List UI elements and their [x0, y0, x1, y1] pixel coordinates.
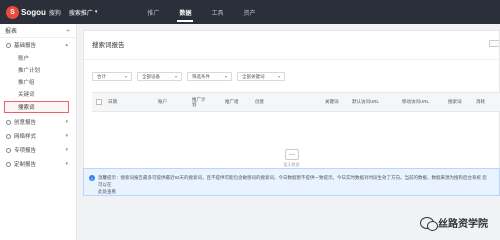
dropdown-label: 全部设备 [142, 73, 160, 79]
sidebar-group-special-report[interactable]: 专项报告 ▾ [0, 143, 76, 157]
sidebar-group-basic-report[interactable]: 基础报告 ▴ [0, 38, 76, 52]
column-header-campaign[interactable]: 推广计划 [192, 93, 206, 111]
empty-state: 暂无数据 [84, 149, 499, 168]
notice-text: 温馨提示：搜索词报告最多可提供最近92天的搜索词，且不提供可能包含敏感词的搜索词… [98, 175, 487, 187]
special-icon [6, 147, 11, 153]
sidebar-group-network-style[interactable]: 网络样式 ▾ [0, 129, 76, 143]
network-icon [6, 133, 11, 139]
column-header-keyword[interactable]: 关键词 [325, 93, 339, 111]
sidebar-group-creative-report[interactable]: 创意报告 ▾ [0, 115, 76, 129]
custom-icon [6, 161, 11, 167]
sidebar-title-label: 报表 [5, 29, 18, 35]
sidebar: 报表 ⇤ 基础报告 ▴ 账户 推广计划 推广组 关键词 搜索词 创意报告 ▾ 网… [0, 24, 77, 240]
sidebar-item-search-term[interactable]: 搜索词 [4, 101, 69, 113]
chevron-down-icon: ▾ [174, 74, 177, 79]
chevron-down-icon: ▾ [65, 119, 68, 125]
info-icon: i [89, 175, 95, 181]
chevron-down-icon: ▾ [224, 74, 227, 79]
summary-dropdown[interactable]: 合计 ▾ [92, 72, 132, 81]
dropdown-label: 筛选条件 [192, 73, 210, 79]
chevron-down-icon: ▾ [65, 133, 68, 139]
column-header-creative[interactable]: 创意 [255, 93, 264, 111]
filter-bar: 合计 ▾ 全部设备 ▾ 筛选条件 ▾ 全部关键词 ▾ [92, 72, 290, 81]
chevron-down-icon: ▾ [65, 147, 68, 153]
column-header-cost[interactable]: 消耗 [476, 93, 485, 111]
sidebar-item-campaign[interactable]: 推广计划 [0, 64, 76, 76]
wechat-icon [420, 216, 438, 231]
sidebar-group-label: 网络样式 [14, 134, 37, 140]
nav-item-data[interactable]: 数据 [169, 0, 201, 24]
column-header-adgroup[interactable]: 推广组 [225, 93, 239, 111]
filter-conditions-dropdown[interactable]: 筛选条件 ▾ [187, 72, 232, 81]
notice-link[interactable]: 此处查看 [98, 188, 491, 195]
logo-subtext: 搜狗 [48, 10, 61, 17]
main-nav: 推广 数据 工具 资产 [137, 0, 265, 24]
sidebar-group-custom-report[interactable]: 定制报告 ▾ [0, 157, 76, 171]
column-header-default-url[interactable]: 默认访问URL [352, 93, 379, 111]
sidebar-group-label: 创意报告 [14, 120, 37, 126]
chevron-down-icon: ▾ [277, 74, 280, 79]
main-content: 搜索词报告 合计 ▾ 全部设备 ▾ 筛选条件 ▾ 全部关键词 ▾ 日期 账户 推… [79, 24, 500, 240]
tip-notice: i 温馨提示：搜索词报告最多可提供最近92天的搜索词，且不提供可能包含敏感词的搜… [83, 168, 500, 196]
report-card: 搜索词报告 合计 ▾ 全部设备 ▾ 筛选条件 ▾ 全部关键词 ▾ 日期 账户 推… [83, 30, 500, 190]
watermark-text: 丝路资学院 [438, 219, 488, 230]
select-all-checkbox[interactable] [96, 99, 102, 105]
nav-item-assets[interactable]: 资产 [233, 0, 265, 24]
column-header-date[interactable]: 日期 [108, 93, 117, 111]
nav-item-promotion[interactable]: 推广 [137, 0, 169, 24]
dropdown-label: 合计 [97, 73, 106, 79]
report-icon [6, 42, 11, 48]
chevron-down-icon: ▾ [124, 74, 127, 79]
watermark: 丝路资学院 [420, 215, 488, 231]
product-switcher[interactable]: 搜索推广 ▾ [69, 8, 98, 17]
chevron-up-icon: ▴ [65, 42, 68, 48]
sidebar-item-account[interactable]: 账户 [0, 52, 76, 64]
panel-toggle-button[interactable] [489, 40, 499, 47]
collapse-icon[interactable]: ⇤ [67, 28, 71, 34]
dropdown-label: 全部关键词 [242, 73, 265, 79]
sidebar-group-label: 专项报告 [14, 148, 37, 154]
column-header-search-term[interactable]: 搜索词 [448, 93, 462, 111]
sidebar-item-adgroup[interactable]: 推广组 [0, 76, 76, 88]
sidebar-item-keyword[interactable]: 关键词 [0, 88, 76, 100]
product-name: 搜索推广 [68, 10, 93, 17]
chevron-down-icon: ▾ [65, 161, 68, 167]
creative-icon [6, 119, 11, 125]
logo-mark-icon: S [6, 5, 19, 19]
sidebar-title: 报表 ⇤ [0, 24, 76, 38]
column-header-account[interactable]: 账户 [158, 93, 167, 111]
page-title: 搜索词报告 [92, 42, 125, 49]
divider [84, 59, 499, 60]
logo-text: Sogou [21, 7, 46, 17]
empty-box-icon [284, 149, 299, 160]
column-header-mobile-url[interactable]: 移动访问URL [402, 93, 429, 111]
keyword-dropdown[interactable]: 全部关键词 ▾ [237, 72, 285, 81]
sogou-logo[interactable]: S Sogou 搜狗 [6, 5, 61, 19]
chevron-down-icon: ▾ [94, 9, 98, 15]
sidebar-group-label: 基础报告 [14, 43, 37, 49]
top-navigation-bar: S Sogou 搜狗 搜索推广 ▾ 推广 数据 工具 资产 [0, 0, 500, 24]
nav-item-tools[interactable]: 工具 [201, 0, 233, 24]
device-dropdown[interactable]: 全部设备 ▾ [137, 72, 182, 81]
table-header: 日期 账户 推广计划 推广组 创意 关键词 默认访问URL 移动访问URL 搜索… [92, 92, 500, 112]
sidebar-group-label: 定制报告 [14, 162, 37, 168]
